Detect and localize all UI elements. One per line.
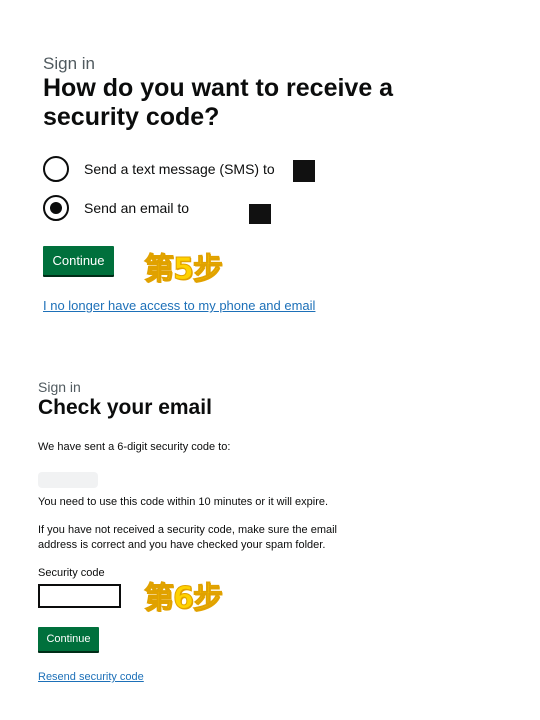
continue-button-step6[interactable]: Continue — [38, 627, 99, 651]
security-code-input[interactable] — [38, 584, 121, 608]
sms-option[interactable]: Send a text message (SMS) to — [43, 156, 275, 182]
sent-code-text: We have sent a 6-digit security code to: — [38, 441, 231, 453]
email-radio[interactable] — [43, 195, 69, 221]
redacted-email-address — [249, 204, 271, 224]
resend-code-link[interactable]: Resend security code — [38, 671, 144, 683]
step5-badge: 第5步 — [144, 252, 224, 288]
spam-hint-text: If you have not received a security code… — [38, 524, 337, 551]
step6-caption: Sign in — [38, 379, 81, 395]
redacted-phone-number — [293, 160, 315, 182]
expiry-text: You need to use this code within 10 minu… — [38, 496, 329, 508]
step6-page-title: Check your email — [38, 396, 212, 419]
security-code-label: Security code — [38, 567, 105, 579]
step5-caption: Sign in — [43, 54, 95, 73]
email-option-label: Send an email to — [84, 200, 190, 216]
redacted-email-address — [38, 472, 98, 488]
step6-badge: 第6步 — [144, 581, 224, 617]
sms-radio[interactable] — [43, 156, 69, 182]
continue-button-step5[interactable]: Continue — [43, 246, 114, 275]
email-option[interactable]: Send an email to — [43, 195, 189, 221]
step5-page-title: How do you want to receive a security co… — [43, 74, 394, 131]
no-access-link[interactable]: I no longer have access to my phone and … — [43, 298, 315, 313]
sms-option-label: Send a text message (SMS) to — [84, 161, 275, 177]
